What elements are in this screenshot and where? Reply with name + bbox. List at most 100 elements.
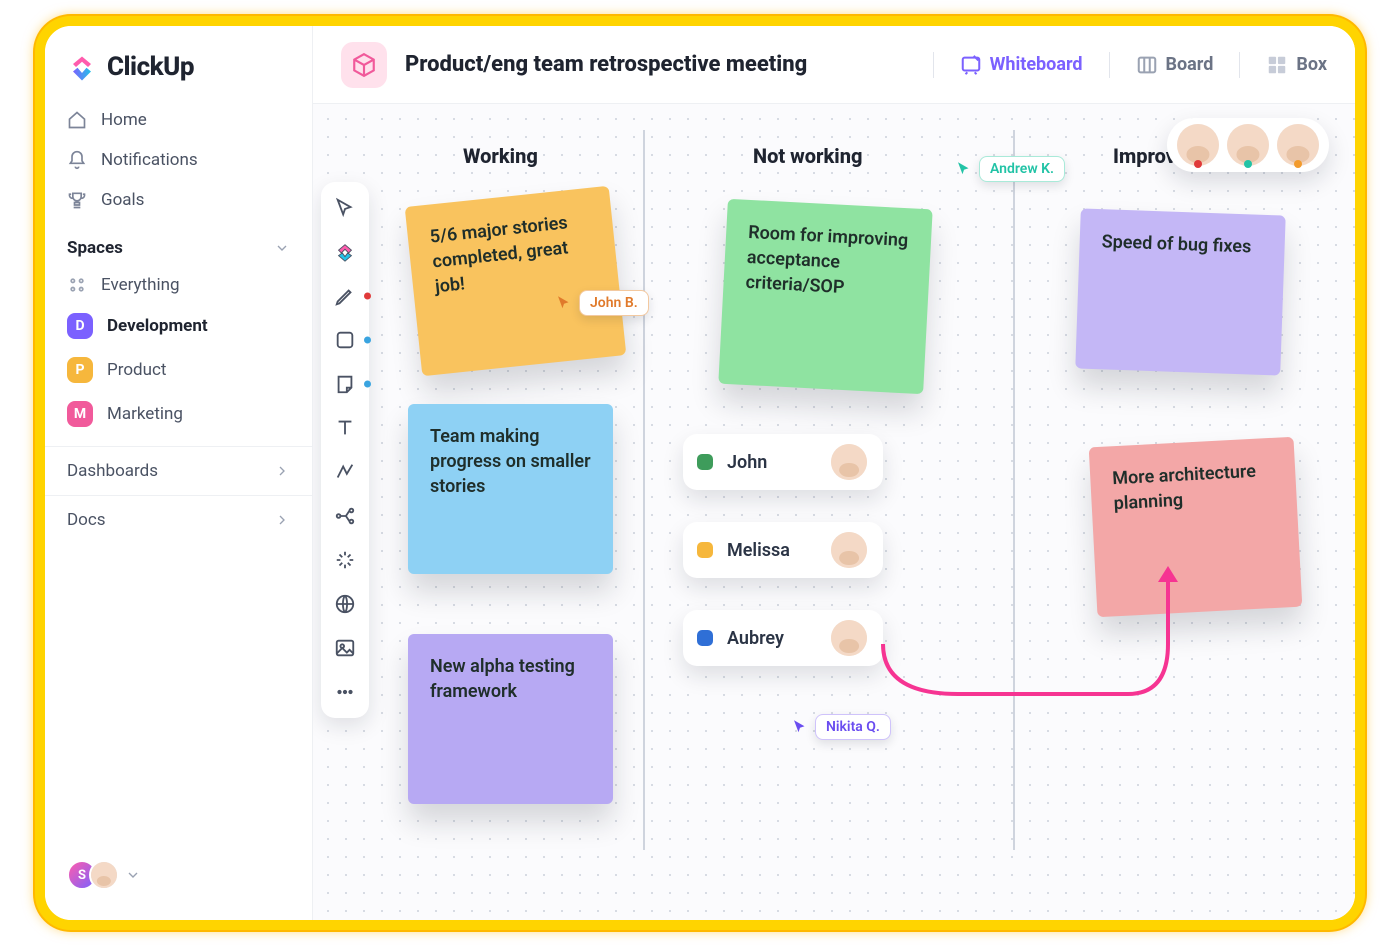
page-title: Product/eng team retrospective meeting xyxy=(405,52,807,77)
tool-pen[interactable] xyxy=(329,280,361,312)
spaces-header-label: Spaces xyxy=(67,238,123,258)
nav-notifications[interactable]: Notifications xyxy=(45,140,312,180)
sticky-note[interactable]: New alpha testing framework xyxy=(408,634,613,804)
nav-home-label: Home xyxy=(101,110,147,130)
chip-color xyxy=(697,630,713,646)
sparkle-icon xyxy=(334,549,356,571)
cursor-icon xyxy=(955,160,973,178)
topbar: Product/eng team retrospective meeting W… xyxy=(313,26,1355,104)
pen-icon xyxy=(334,285,356,307)
divider xyxy=(933,52,934,78)
chip-name: Aubrey xyxy=(727,628,817,649)
view-tab-whiteboard[interactable]: Whiteboard xyxy=(960,48,1083,82)
ellipsis-icon xyxy=(334,681,356,703)
avatar xyxy=(1177,124,1219,166)
user-chip[interactable]: Melissa xyxy=(683,522,883,578)
clickup-mini-icon xyxy=(334,241,356,263)
column-header-not-working: Not working xyxy=(753,144,862,168)
home-icon xyxy=(67,110,87,130)
space-badge-d: D xyxy=(67,313,93,339)
box-icon xyxy=(1266,54,1288,76)
chevron-down-icon xyxy=(274,240,290,256)
chip-name: Melissa xyxy=(727,540,817,561)
tool-mindmap[interactable] xyxy=(329,500,361,532)
sticky-note[interactable]: Room for improving acceptance criteria/S… xyxy=(718,199,932,394)
brand-logo[interactable]: ClickUp xyxy=(45,52,312,100)
connector-icon xyxy=(334,461,356,483)
avatar xyxy=(831,620,867,656)
cursor-label: Nikita Q. xyxy=(815,714,891,740)
sticky-note[interactable]: Speed of bug fixes xyxy=(1075,208,1285,375)
tool-connector[interactable] xyxy=(329,456,361,488)
presence-avatars[interactable] xyxy=(1167,118,1329,172)
sidebar-item-product[interactable]: P Product xyxy=(45,348,312,392)
chevron-right-icon xyxy=(274,512,290,528)
divider xyxy=(1109,52,1110,78)
space-label: Marketing xyxy=(107,404,183,424)
view-tab-board[interactable]: Board xyxy=(1136,48,1214,82)
doc-type-icon xyxy=(341,42,387,88)
nav-goals[interactable]: Goals xyxy=(45,180,312,220)
sidebar-item-everything[interactable]: Everything xyxy=(45,266,312,304)
user-chip[interactable]: John xyxy=(683,434,883,490)
tool-clickup[interactable] xyxy=(329,236,361,268)
nav-goals-label: Goals xyxy=(101,190,144,210)
chevron-down-icon xyxy=(125,867,141,883)
cursor-label: John B. xyxy=(579,290,649,316)
sidebar-item-development[interactable]: D Development xyxy=(45,304,312,348)
sidebar: ClickUp Home Notifications Goals Spaces … xyxy=(45,26,313,920)
tool-select[interactable] xyxy=(329,192,361,224)
bell-icon xyxy=(67,150,87,170)
tool-more[interactable] xyxy=(329,676,361,708)
space-badge-m: M xyxy=(67,401,93,427)
image-icon xyxy=(334,637,356,659)
mindmap-icon xyxy=(334,505,356,527)
avatar xyxy=(1277,124,1319,166)
avatar xyxy=(1227,124,1269,166)
whiteboard-canvas[interactable]: Working Not working Improve xyxy=(313,104,1355,920)
sidebar-section-docs[interactable]: Docs xyxy=(45,495,312,544)
cursor-label: Andrew K. xyxy=(979,156,1065,182)
tool-web[interactable] xyxy=(329,588,361,620)
remote-cursor-andrew: Andrew K. xyxy=(955,156,1065,182)
column-divider xyxy=(1013,130,1015,850)
tool-sticky[interactable] xyxy=(329,368,361,400)
tool-text[interactable] xyxy=(329,412,361,444)
sidebar-section-dashboards[interactable]: Dashboards xyxy=(45,446,312,495)
cursor-icon xyxy=(791,718,809,736)
sticky-note[interactable]: Team making progress on smaller stories xyxy=(408,404,613,574)
sidebar-footer-avatars[interactable]: S xyxy=(45,846,312,904)
tool-image[interactable] xyxy=(329,632,361,664)
chevron-right-icon xyxy=(274,463,290,479)
main-area: Product/eng team retrospective meeting W… xyxy=(313,26,1355,920)
tool-shape[interactable] xyxy=(329,324,361,356)
view-tab-box[interactable]: Box xyxy=(1266,48,1327,82)
cursor-icon xyxy=(555,294,573,312)
space-badge-p: P xyxy=(67,357,93,383)
divider xyxy=(1239,52,1240,78)
space-label: Development xyxy=(107,316,208,336)
view-tab-label: Whiteboard xyxy=(990,54,1083,75)
globe-icon xyxy=(334,593,356,615)
nav-home[interactable]: Home xyxy=(45,100,312,140)
view-tab-label: Box xyxy=(1296,54,1327,75)
spaces-header[interactable]: Spaces xyxy=(45,220,312,266)
avatar xyxy=(89,860,119,890)
avatar xyxy=(831,532,867,568)
board-icon xyxy=(1136,54,1158,76)
user-chip[interactable]: Aubrey xyxy=(683,610,883,666)
text-icon xyxy=(334,417,356,439)
cursor-icon xyxy=(334,197,356,219)
sidebar-item-marketing[interactable]: M Marketing xyxy=(45,392,312,436)
chip-color xyxy=(697,542,713,558)
sidebar-item-everything-label: Everything xyxy=(101,275,180,295)
avatar xyxy=(831,444,867,480)
sticky-note[interactable]: More architecture planning xyxy=(1089,437,1303,617)
section-label: Dashboards xyxy=(67,461,158,481)
column-divider xyxy=(643,130,645,850)
tool-ai[interactable] xyxy=(329,544,361,576)
nav-notifications-label: Notifications xyxy=(101,150,198,170)
column-header-working: Working xyxy=(463,144,538,168)
square-icon xyxy=(334,329,356,351)
sticky-note[interactable]: 5/6 major stories completed, great job! xyxy=(405,186,627,376)
